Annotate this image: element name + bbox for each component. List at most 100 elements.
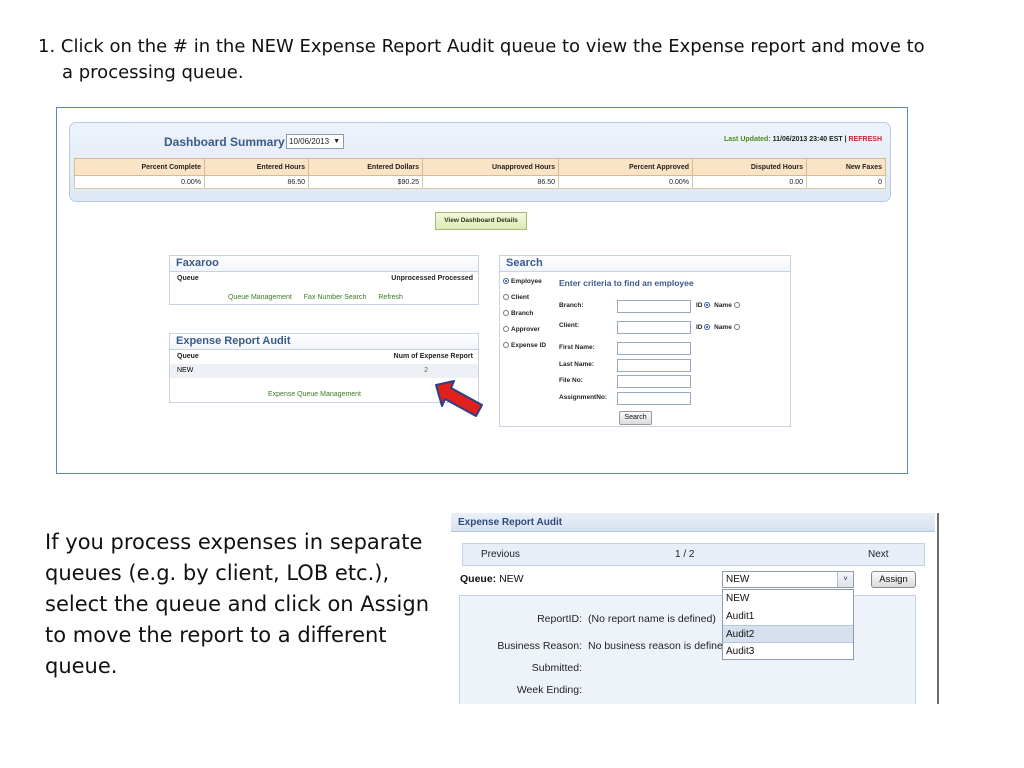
cell-disputed-hours: 0.00 xyxy=(692,175,807,189)
refresh-link-faxaroo[interactable]: Refresh xyxy=(378,294,403,301)
date-select[interactable]: 10/06/2013 ▼ xyxy=(286,134,344,149)
red-arrow-icon xyxy=(435,380,483,417)
col-disputed-hours: Disputed Hours xyxy=(692,158,807,176)
instruction-text: 1. Click on the # in the NEW Expense Rep… xyxy=(38,34,998,86)
faxaroo-title: Faxaroo xyxy=(170,256,478,272)
submitted-label: Submitted: xyxy=(531,662,582,674)
option-audit3[interactable]: Audit3 xyxy=(723,643,853,661)
search-type-radios: Employee Client Branch Approver Expense … xyxy=(503,278,546,358)
cell-new-faxes: 0 xyxy=(806,175,886,189)
instruction-line-2: a processing queue. xyxy=(62,62,244,83)
radio-employee[interactable]: Employee xyxy=(503,278,546,294)
queue-label: Queue: xyxy=(460,573,497,585)
radio-unchecked-icon[interactable] xyxy=(733,324,740,330)
radio-label: Employee xyxy=(511,278,542,285)
faxaroo-col-status: Unprocessed Processed xyxy=(391,275,473,282)
new-queue-count-link[interactable]: 2 xyxy=(424,367,428,374)
col-entered-hours: Entered Hours xyxy=(204,158,309,176)
radio-label: Expense ID xyxy=(511,342,547,349)
last-name-input[interactable] xyxy=(617,359,691,372)
business-reason-label: Business Reason: xyxy=(497,640,582,652)
cell-percent-approved: 0.00% xyxy=(558,175,693,189)
assignment-no-label: AssignmentNo: xyxy=(559,394,608,401)
page-indicator: 1 / 2 xyxy=(675,549,695,560)
radio-checked-icon[interactable] xyxy=(704,302,711,308)
radio-expense-id[interactable]: Expense ID xyxy=(503,342,546,358)
table-row: 0.00% 86.50 $90.25 86.50 0.00% 0.00 0 xyxy=(74,175,886,189)
faxaroo-col-queue: Queue xyxy=(177,275,199,282)
first-name-label: First Name: xyxy=(559,344,595,351)
radio-branch[interactable]: Branch xyxy=(503,310,546,326)
radio-checked-icon xyxy=(503,278,509,284)
client-input[interactable] xyxy=(617,321,691,334)
queue-select[interactable]: NEW ˅ xyxy=(722,571,854,588)
expense-queue-management-link[interactable]: Expense Queue Management xyxy=(268,391,361,398)
branch-id-name-options: ID Name xyxy=(696,302,742,309)
cell-percent-complete: 0.00% xyxy=(74,175,205,189)
report-id-value: (No report name is defined) xyxy=(588,613,716,625)
expense-col-queue: Queue xyxy=(177,353,199,360)
refresh-link[interactable]: REFRESH xyxy=(849,136,882,143)
option-audit1[interactable]: Audit1 xyxy=(723,608,853,626)
dashboard-summary: Dashboard Summary for 10/06/2013 ▼ Last … xyxy=(69,122,891,202)
current-queue: Queue: NEW xyxy=(460,573,524,585)
radio-unchecked-icon xyxy=(503,326,509,332)
search-title: Search xyxy=(500,256,790,272)
chevron-down-icon[interactable]: ˅ xyxy=(837,572,853,587)
report-id-label: ReportID: xyxy=(537,613,582,625)
new-queue-row: NEW 2 xyxy=(170,364,478,378)
col-percent-complete: Percent Complete xyxy=(74,158,205,176)
queue-select-value: NEW xyxy=(726,574,750,585)
dropdown-arrow-icon: ▼ xyxy=(333,138,340,145)
radio-unchecked-icon xyxy=(503,342,509,348)
queue-value: NEW xyxy=(499,573,524,585)
previous-link[interactable]: Previous xyxy=(481,549,520,560)
date-value: 10/06/2013 xyxy=(289,137,330,146)
fax-number-search-link[interactable]: Fax Number Search xyxy=(304,294,367,301)
name-label: Name xyxy=(714,324,732,331)
col-new-faxes: New Faxes xyxy=(806,158,886,176)
radio-label: Branch xyxy=(511,310,534,317)
last-updated: Last Updated: 11/06/2013 23:40 EST | REF… xyxy=(724,136,882,143)
search-panel: Search Employee Client Branch Approver E… xyxy=(499,255,791,427)
last-name-label: Last Name: xyxy=(559,361,595,368)
radio-unchecked-icon xyxy=(503,294,509,300)
client-id-name-options: ID Name xyxy=(696,324,742,331)
first-name-input[interactable] xyxy=(617,342,691,355)
cell-entered-hours: 86.50 xyxy=(204,175,309,189)
branch-label: Branch: xyxy=(559,302,584,309)
queue-management-link[interactable]: Queue Management xyxy=(228,294,292,301)
last-updated-value: 11/06/2013 23:40 EST | xyxy=(772,136,847,143)
last-updated-label: Last Updated: xyxy=(724,136,771,143)
next-link[interactable]: Next xyxy=(868,549,889,560)
client-label: Client: xyxy=(559,322,580,329)
file-no-input[interactable] xyxy=(617,375,691,388)
option-audit2[interactable]: Audit2 xyxy=(723,625,853,643)
view-dashboard-details-button[interactable]: View Dashboard Details xyxy=(435,212,527,230)
option-new[interactable]: NEW xyxy=(723,590,853,608)
radio-checked-icon[interactable] xyxy=(704,324,711,330)
file-no-label: File No: xyxy=(559,377,583,384)
radio-unchecked-icon xyxy=(503,310,509,316)
search-button[interactable]: Search xyxy=(619,411,652,425)
week-ending-label: Week Ending: xyxy=(516,684,582,696)
radio-client[interactable]: Client xyxy=(503,294,546,310)
cell-unapproved-hours: 86.50 xyxy=(422,175,559,189)
pager-bar: Previous 1 / 2 Next xyxy=(462,543,925,566)
assign-button[interactable]: Assign xyxy=(871,571,916,588)
dashboard-title: Dashboard Summary for xyxy=(164,135,305,149)
assignment-no-input[interactable] xyxy=(617,392,691,405)
branch-input[interactable] xyxy=(617,300,691,313)
new-queue-name: NEW xyxy=(177,367,194,374)
radio-label: Client xyxy=(511,294,530,301)
assign-instruction-text: If you process expenses in separate queu… xyxy=(45,530,430,678)
faxaroo-header-row: Queue Unprocessed Processed xyxy=(170,272,478,286)
name-label: Name xyxy=(714,302,732,309)
expense-audit-title: Expense Report Audit xyxy=(170,334,478,350)
assign-panel-title: Expense Report Audit xyxy=(451,513,935,532)
radio-approver[interactable]: Approver xyxy=(503,326,546,342)
radio-unchecked-icon[interactable] xyxy=(733,302,740,308)
cell-entered-dollars: $90.25 xyxy=(308,175,423,189)
dashboard-screenshot: Dashboard Summary for 10/06/2013 ▼ Last … xyxy=(56,107,908,474)
expense-audit-header-row: Queue Num of Expense Report xyxy=(170,350,478,364)
